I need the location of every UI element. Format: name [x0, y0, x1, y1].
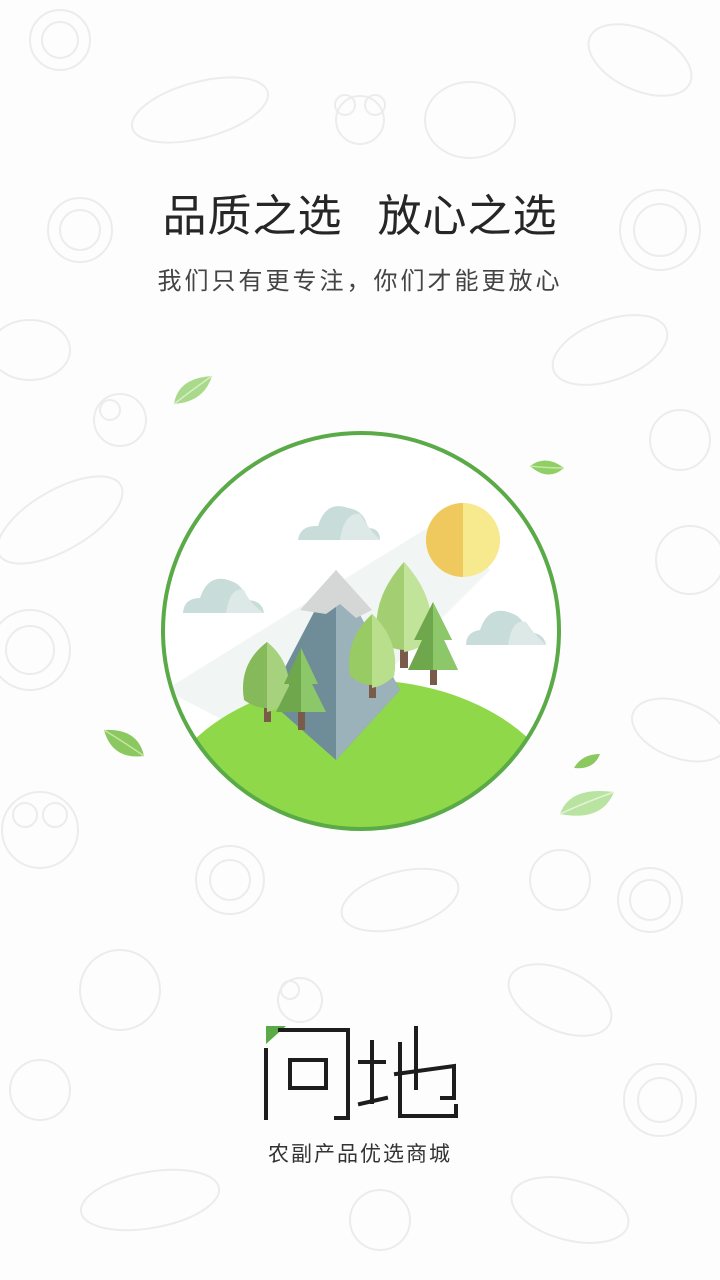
leaf-icon — [559, 790, 615, 816]
splash-screen: 品质之选 放心之选 我们只有更专注，你们才能更放心 农副产品优选商城 — [0, 0, 720, 1280]
tagline: 农副产品优选商城 — [268, 1142, 452, 1166]
leaf-icon — [173, 375, 213, 405]
leaf-icon — [103, 729, 145, 757]
leaf-icon — [574, 754, 600, 769]
wendi-logo: 问地 — [264, 1026, 458, 1120]
leaf-icon — [529, 460, 565, 475]
